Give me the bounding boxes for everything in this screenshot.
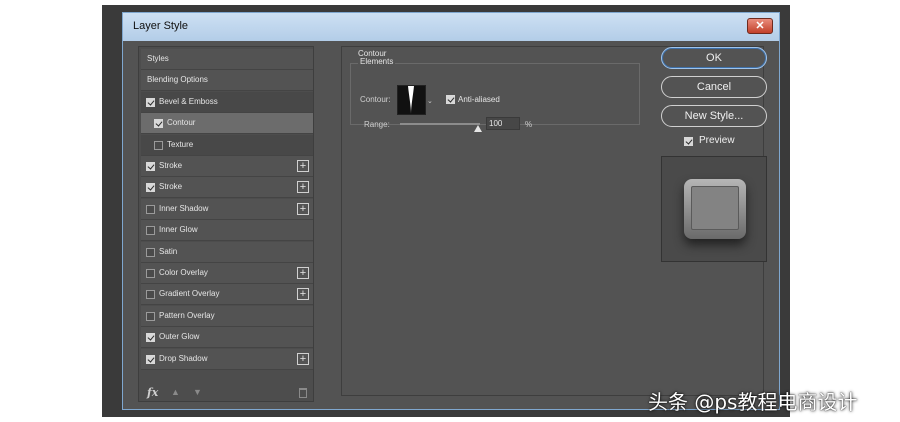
preview-label: Preview <box>699 135 735 146</box>
style-item-label: Pattern Overlay <box>159 310 215 320</box>
style-checkbox[interactable] <box>146 354 155 364</box>
arrow-up-icon[interactable]: ▲ <box>171 387 180 397</box>
preview-inner <box>691 186 739 230</box>
style-item-label: Stroke <box>159 161 183 170</box>
style-item-label: Outer Glow <box>159 332 200 342</box>
style-item-label: Contour <box>167 118 196 128</box>
layer-style-dialog: Layer Style ✕ Styles Blending Options Beve… <box>122 12 780 410</box>
style-checkbox[interactable] <box>154 140 163 150</box>
style-item-outer-glow[interactable]: Outer Glow <box>141 327 313 349</box>
style-item-stroke[interactable]: Stroke + <box>141 156 313 177</box>
style-preview <box>661 156 767 262</box>
style-item-label: Satin <box>159 246 178 256</box>
style-checkbox[interactable] <box>146 97 155 107</box>
style-item-label: Styles <box>147 54 169 63</box>
style-item-label: Blending Options <box>147 75 208 85</box>
window-title: Layer Style <box>133 20 189 32</box>
style-item-contour[interactable]: Contour <box>141 113 313 135</box>
range-label: Range: <box>364 120 390 129</box>
style-item-inner-glow[interactable]: Inner Glow <box>141 220 313 242</box>
style-item-bevel-emboss[interactable]: Bevel & Emboss <box>141 91 313 113</box>
anti-aliased-label: Anti-aliased <box>458 95 500 104</box>
style-item-label: Inner Shadow <box>159 203 209 213</box>
style-item-label: Drop Shadow <box>159 353 208 363</box>
style-item-label: Inner Glow <box>159 225 198 235</box>
style-item-drop-shadow[interactable]: Drop Shadow + <box>141 348 313 370</box>
chevron-down-icon[interactable]: ⌄ <box>427 97 433 105</box>
range-input[interactable]: 100 <box>486 117 520 130</box>
new-style-button[interactable]: New Style... <box>661 105 767 127</box>
style-item-gradient-overlay[interactable]: Gradient Overlay + <box>141 284 313 306</box>
elements-group <box>350 63 640 125</box>
contour-picker[interactable] <box>397 85 426 115</box>
add-instance-icon[interactable]: + <box>297 160 309 172</box>
style-checkbox[interactable] <box>154 119 163 129</box>
style-item-inner-shadow[interactable]: Inner Shadow + <box>141 198 313 220</box>
style-checkbox[interactable] <box>146 311 155 321</box>
style-checkbox[interactable] <box>146 247 155 257</box>
style-item-label: Stroke <box>159 182 183 192</box>
elements-title: Elements <box>358 57 396 66</box>
style-item-styles[interactable]: Styles <box>141 49 313 70</box>
arrow-down-icon[interactable]: ▼ <box>193 387 202 397</box>
style-checkbox[interactable] <box>146 290 155 300</box>
preview-checkbox[interactable] <box>684 137 693 146</box>
style-item-blending-options[interactable]: Blending Options <box>141 70 313 92</box>
style-item-pattern-overlay[interactable]: Pattern Overlay <box>141 305 313 327</box>
contour-label: Contour: <box>360 95 391 104</box>
style-checkbox[interactable] <box>146 269 155 278</box>
title-bar[interactable]: Layer Style ✕ <box>123 13 779 41</box>
add-instance-icon[interactable]: + <box>297 267 309 279</box>
style-checkbox[interactable] <box>146 226 155 236</box>
style-checkbox[interactable] <box>146 162 155 171</box>
style-item-color-overlay[interactable]: Color Overlay + <box>141 263 313 284</box>
range-slider-thumb[interactable] <box>474 125 482 132</box>
anti-aliased-checkbox[interactable] <box>446 95 455 104</box>
style-item-stroke[interactable]: Stroke + <box>141 177 313 199</box>
style-item-satin[interactable]: Satin <box>141 241 313 263</box>
preview-shape <box>684 179 746 239</box>
style-item-texture[interactable]: Texture <box>141 134 313 156</box>
styles-toolbar: fx ▲ ▼ <box>141 385 313 401</box>
add-instance-icon[interactable]: + <box>297 202 309 215</box>
add-instance-icon[interactable]: + <box>297 288 309 301</box>
contour-curve-icon <box>398 86 425 114</box>
styles-list-panel: Styles Blending Options Bevel & Emboss Cont… <box>138 46 314 402</box>
style-checkbox[interactable] <box>146 204 155 214</box>
watermark: 头条 @ps教程电商设计 <box>648 390 858 414</box>
range-unit: % <box>525 120 533 129</box>
style-checkbox[interactable] <box>146 183 155 193</box>
style-item-label: Color Overlay <box>159 268 208 277</box>
close-button[interactable]: ✕ <box>747 18 773 34</box>
range-slider[interactable] <box>400 123 480 125</box>
style-item-label: Bevel & Emboss <box>159 96 218 106</box>
trash-icon[interactable] <box>299 388 307 398</box>
add-instance-icon[interactable]: + <box>297 352 309 365</box>
style-item-label: Gradient Overlay <box>159 289 220 299</box>
ok-button[interactable]: OK <box>661 47 767 69</box>
style-checkbox[interactable] <box>146 333 155 343</box>
add-instance-icon[interactable]: + <box>297 181 309 194</box>
cancel-button[interactable]: Cancel <box>661 76 767 98</box>
fx-button[interactable]: fx <box>147 386 158 399</box>
style-item-label: Texture <box>167 139 194 149</box>
